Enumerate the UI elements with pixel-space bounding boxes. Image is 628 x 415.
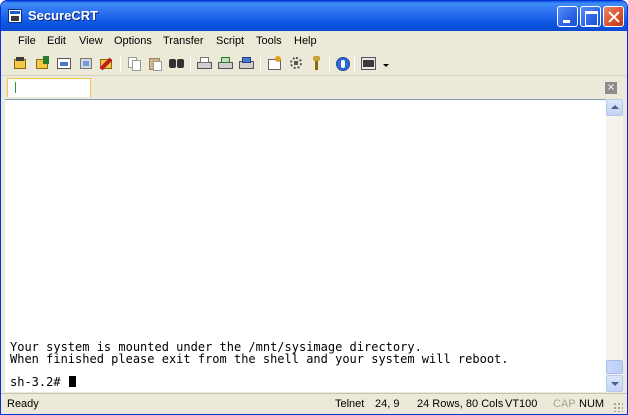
minimize-button[interactable] (557, 6, 578, 27)
toolbar (1, 52, 627, 76)
connect-icon[interactable] (12, 55, 30, 73)
print-icon[interactable] (196, 55, 214, 73)
terminal-screen[interactable]: Your system is mounted under the /mnt/sy… (5, 99, 606, 392)
menu-options[interactable]: Options (114, 35, 152, 47)
menu-help[interactable]: Help (294, 35, 317, 47)
quick-connect-icon[interactable] (34, 55, 52, 73)
status-bar: Ready Telnet 24, 9 24 Rows, 80 Cols VT10… (1, 393, 627, 414)
close-button[interactable] (603, 6, 624, 27)
session-options-icon[interactable] (266, 55, 284, 73)
window-title: SecureCRT (28, 8, 99, 23)
menu-edit[interactable]: Edit (47, 35, 66, 47)
menu-tools[interactable]: Tools (256, 35, 282, 47)
shell-prompt: sh-3.2# (10, 375, 68, 389)
status-protocol: Telnet (335, 398, 365, 410)
menu-transfer[interactable]: Transfer (163, 35, 204, 47)
find-icon[interactable] (168, 55, 186, 73)
status-terminal-type: VT100 (505, 398, 538, 410)
title-bar[interactable]: SecureCRT (1, 1, 627, 31)
copy-icon[interactable] (126, 55, 144, 73)
disconnect-icon[interactable] (98, 55, 116, 73)
toolbar-overflow-icon[interactable] (383, 61, 389, 67)
print-setup-icon[interactable] (238, 55, 256, 73)
session-tab[interactable] (7, 78, 91, 97)
reconnect-icon[interactable] (78, 55, 96, 73)
scroll-up-button[interactable] (606, 99, 623, 116)
terminal-line: When finished please exit from the shell… (10, 352, 509, 366)
app-icon[interactable] (8, 9, 22, 23)
menu-file[interactable]: File (18, 35, 36, 47)
help-icon[interactable] (334, 55, 352, 73)
menu-bar: File Edit View Options Transfer Script T… (1, 31, 627, 52)
global-options-icon[interactable] (287, 55, 305, 73)
tab-strip: × (1, 76, 627, 99)
status-cursor-position: 24, 9 (375, 398, 400, 410)
menu-script[interactable]: Script (216, 35, 244, 47)
print-selection-icon[interactable] (217, 55, 235, 73)
connect-tab-icon[interactable] (56, 55, 74, 73)
terminal-cursor (68, 376, 76, 387)
keymap-icon[interactable] (308, 55, 326, 73)
maximize-button[interactable] (580, 6, 601, 27)
status-terminal-size: 24 Rows, 80 Cols (417, 398, 504, 410)
resize-grip-icon[interactable] (613, 402, 623, 412)
about-icon[interactable] (360, 55, 378, 73)
vertical-scrollbar[interactable] (606, 99, 623, 392)
status-num-lock: NUM (579, 398, 605, 410)
paste-icon[interactable] (147, 55, 165, 73)
scroll-down-button[interactable] (606, 375, 623, 392)
scroll-thumb[interactable] (606, 360, 623, 374)
status-caps-lock: CAP (553, 398, 576, 410)
menu-view[interactable]: View (79, 35, 103, 47)
terminal-prompt-line: sh-3.2# (10, 376, 76, 389)
close-tab-button[interactable]: × (605, 82, 617, 94)
securecrt-window: SecureCRT File Edit View Options Transfe… (0, 0, 628, 415)
status-ready: Ready (7, 398, 39, 410)
